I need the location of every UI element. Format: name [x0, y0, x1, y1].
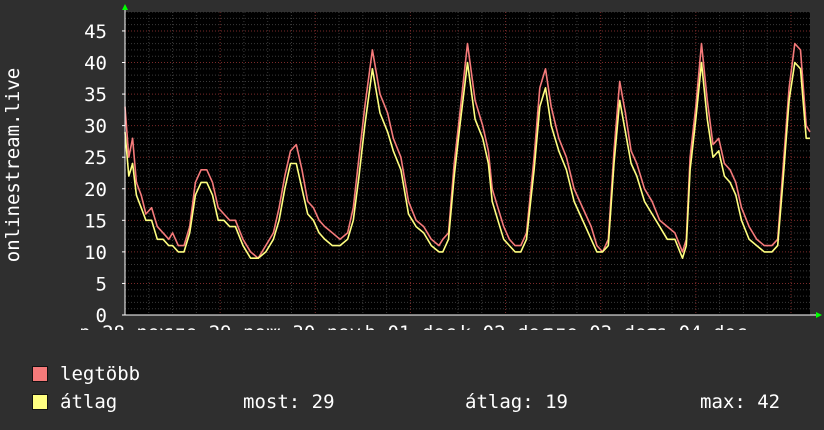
- y-tick-label: 45: [84, 21, 107, 43]
- chart-canvas: 051015202530354045p 28 novszo 29 novv 30…: [79, 4, 822, 330]
- x-tick-label: sze 03 dec: [543, 322, 657, 330]
- stat-current: most: 29: [243, 391, 335, 413]
- legend-label-max: legtöbb: [60, 363, 141, 385]
- legend-item-max: legtöbb: [32, 363, 140, 385]
- y-tick-label: 35: [84, 84, 107, 106]
- y-tick-label: 25: [84, 147, 107, 169]
- y-tick-label: 5: [96, 273, 107, 295]
- legend-swatch-max: [32, 366, 48, 382]
- x-axis-arrow: [816, 312, 822, 318]
- y-axis-label: onlinestream.live: [2, 67, 24, 263]
- legend-item-avg: átlag: [32, 391, 117, 413]
- y-tick-label: 15: [84, 210, 107, 232]
- stat-average: átlag: 19: [465, 391, 568, 413]
- stat-max: max: 42: [700, 391, 781, 413]
- x-tick-label: v 30 nov: [270, 322, 362, 330]
- y-tick-label: 40: [84, 53, 107, 75]
- legend-label-avg: átlag: [60, 391, 118, 413]
- x-tick-label: h 01 dec: [365, 322, 457, 330]
- x-tick-label: cs 04 dec: [644, 322, 747, 330]
- x-tick-label: szo 29 nov: [163, 322, 277, 330]
- x-tick-label: p 28 nov: [79, 322, 171, 330]
- y-axis-arrow: [122, 4, 128, 10]
- y-tick-label: 10: [84, 242, 107, 264]
- legend-swatch-avg: [32, 394, 48, 410]
- y-tick-label: 30: [84, 116, 107, 138]
- y-axis-label-area: onlinestream.live: [0, 0, 26, 320]
- x-tick-label: k 02 dec: [460, 322, 552, 330]
- y-tick-label: 20: [84, 179, 107, 201]
